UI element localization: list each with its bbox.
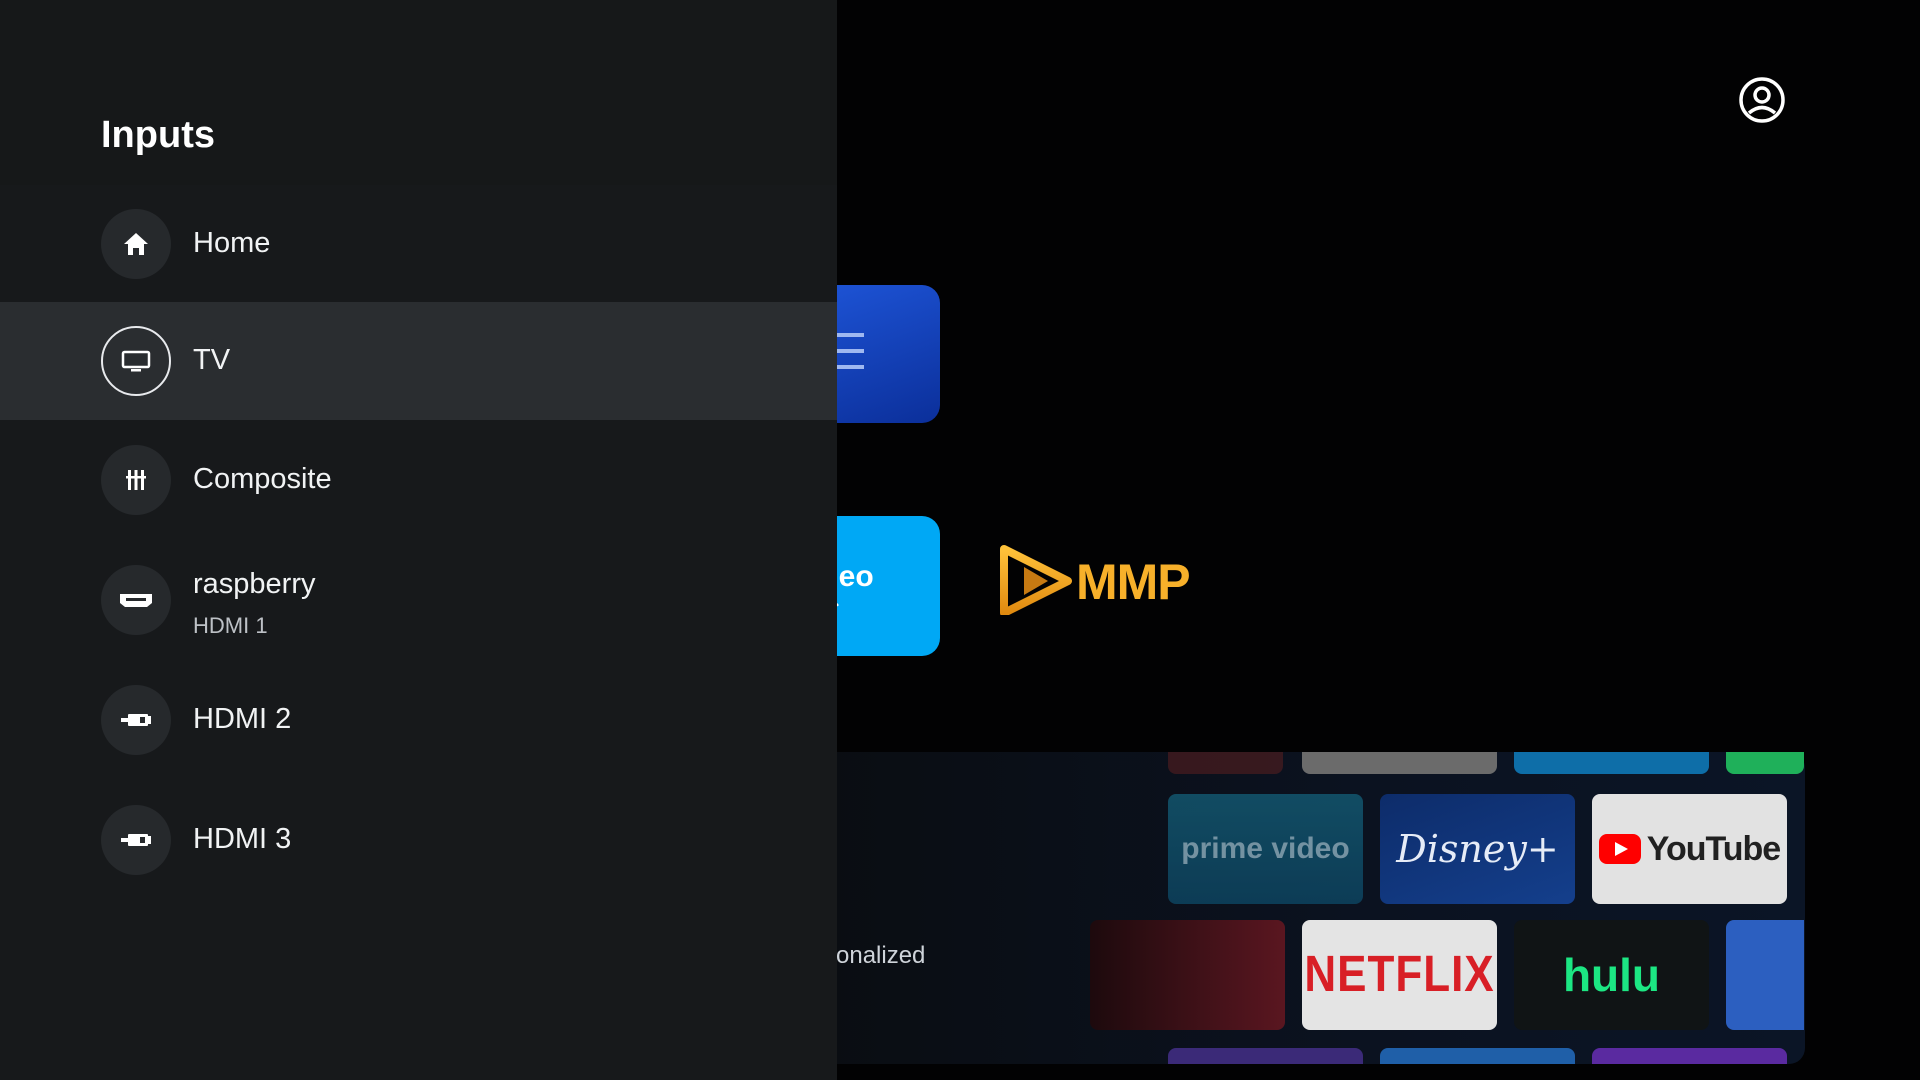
menu-icon bbox=[834, 333, 864, 369]
input-item-label: TV bbox=[193, 344, 231, 376]
mmp-logo[interactable]: MMP bbox=[1000, 545, 1220, 617]
input-item-home[interactable]: Home bbox=[0, 185, 837, 303]
app-hulu[interactable]: hulu bbox=[1514, 920, 1709, 1030]
app-hulu-label: hulu bbox=[1562, 949, 1661, 1001]
inputs-panel: Inputs Home TV Composite raspberry HDMI … bbox=[0, 0, 837, 1080]
composite-icon bbox=[101, 445, 171, 515]
app-tile[interactable] bbox=[1726, 920, 1804, 1030]
app-youtube-label: YouTube bbox=[1646, 829, 1781, 868]
input-item-composite[interactable]: Composite bbox=[0, 421, 837, 539]
app-strip bbox=[1514, 752, 1709, 774]
inputs-panel-title: Inputs bbox=[101, 114, 215, 156]
mmp-logo-text: MMP bbox=[1076, 554, 1191, 610]
input-item-label: Home bbox=[193, 227, 271, 259]
promo-text: onalized bbox=[836, 942, 926, 969]
app-strip bbox=[1168, 752, 1283, 774]
hdmi-icon bbox=[101, 565, 171, 635]
input-item-label: raspberry bbox=[193, 568, 316, 600]
app-strip bbox=[1592, 1048, 1787, 1064]
inputs-panel-header bbox=[0, 0, 837, 185]
input-item-hdmi-2[interactable]: HDMI 2 bbox=[0, 661, 837, 779]
app-disney-plus[interactable]: Disney+ bbox=[1380, 794, 1575, 904]
hdmi-icon bbox=[101, 685, 171, 755]
app-netflix[interactable]: NETFLIX bbox=[1302, 920, 1497, 1030]
app-disney-plus-label: Disney+ bbox=[1396, 827, 1559, 871]
input-item-sublabel: HDMI 1 bbox=[193, 613, 268, 638]
input-item-hdmi-3[interactable]: HDMI 3 bbox=[0, 781, 837, 899]
tv-icon bbox=[101, 326, 171, 396]
input-item-tv[interactable]: TV bbox=[0, 302, 837, 420]
home-icon bbox=[101, 209, 171, 279]
app-netflix-label: NETFLIX bbox=[1304, 946, 1495, 1003]
youtube-play-icon bbox=[1598, 834, 1641, 864]
app-strip bbox=[1380, 1048, 1575, 1064]
app-tile[interactable] bbox=[1090, 920, 1285, 1030]
app-prime-video[interactable]: prime video bbox=[1168, 794, 1363, 904]
app-youtube[interactable]: YouTube bbox=[1592, 794, 1787, 904]
app-prime-video-label: prime video bbox=[1181, 832, 1350, 865]
hdmi-icon bbox=[101, 805, 171, 875]
account-icon[interactable] bbox=[1737, 75, 1787, 125]
app-strip bbox=[1726, 752, 1804, 774]
app-strip bbox=[1302, 752, 1497, 774]
input-item-label: Composite bbox=[193, 463, 332, 495]
input-item-raspberry[interactable]: raspberry HDMI 1 bbox=[0, 541, 837, 659]
input-item-label: HDMI 2 bbox=[193, 703, 292, 735]
app-strip bbox=[1168, 1048, 1363, 1064]
input-item-label: HDMI 3 bbox=[193, 823, 292, 855]
